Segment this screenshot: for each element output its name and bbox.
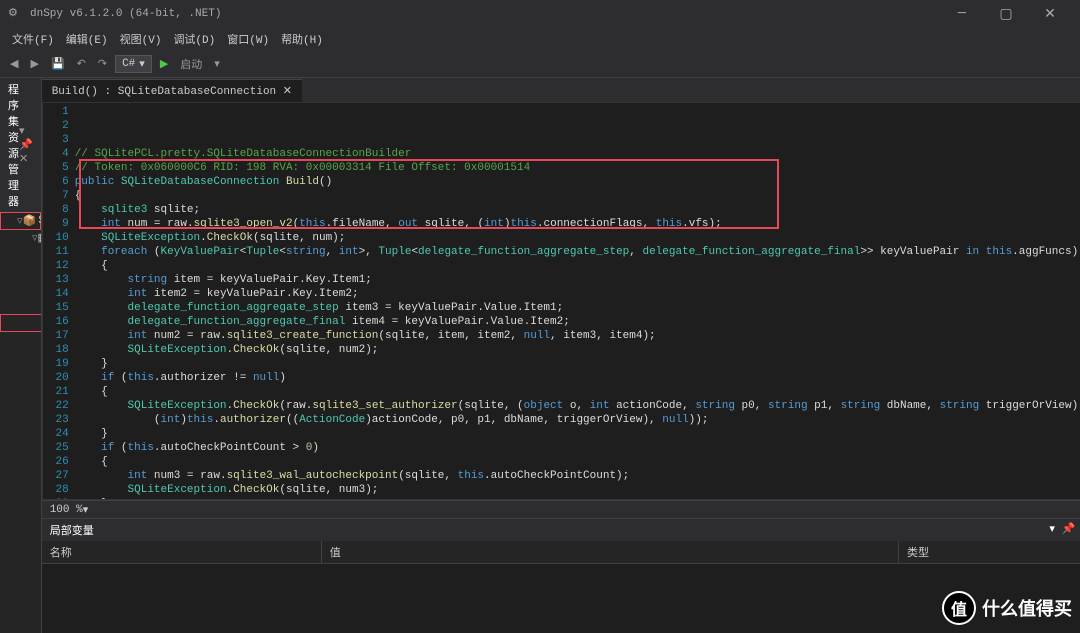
- panel-controls[interactable]: ▾ 📌 ✕: [1049, 522, 1080, 538]
- tree-item[interactable]: ▹◆DatabaseConnection @02000008: [0, 492, 41, 508]
- tree-item[interactable]: ▹📄PE: [0, 246, 41, 262]
- tree-item[interactable]: ▹▦类型引用: [0, 262, 41, 280]
- tree-item[interactable]: ▹◆BindParameter @02000002: [0, 364, 41, 380]
- zoom-bar[interactable]: 100 % ▾: [42, 500, 1080, 518]
- code-editor[interactable]: 1234567891011121314151617181920212223242…: [42, 102, 1080, 500]
- document-tabs: Build() : SQLiteDatabaseConnection ✕: [42, 78, 1080, 102]
- tree-item[interactable]: ▹◆ErrorCode @0200000D: [0, 588, 41, 604]
- menu-item[interactable]: 视图(V): [114, 31, 168, 47]
- tree-item[interactable]: ▹◆IBindParameter @0200001D: [0, 604, 41, 620]
- nav-back-icon[interactable]: ◀: [6, 55, 22, 73]
- column-header[interactable]: 名称: [42, 541, 322, 563]
- menu-item[interactable]: 窗口(W): [221, 31, 275, 47]
- save-icon[interactable]: 💾: [47, 55, 69, 73]
- tree-item[interactable]: ▹◆ActionCode @0200000C: [0, 332, 41, 348]
- tree-item[interactable]: ▹◆ColumnsListImpl @02000017: [0, 428, 41, 444]
- tree-item[interactable]: ▹◆DatabaseUpdateEventArgs @02000007: [0, 556, 41, 572]
- menubar: 文件(F)编辑(E)视图(V)调试(D)窗口(W)帮助(H): [0, 28, 1080, 50]
- play-icon[interactable]: ▶: [156, 55, 172, 73]
- window-title: dnSpy v6.1.2.0 (64-bit, .NET): [30, 8, 221, 20]
- tree-item[interactable]: ▹◆DatabaseConnectionStatusCode @02000010: [0, 508, 41, 524]
- tree-item[interactable]: ▹◆DelegatingEnumerable @02000019: [0, 572, 41, 588]
- highlight-box: [79, 159, 779, 229]
- menu-item[interactable]: 编辑(E): [60, 31, 114, 47]
- menu-item[interactable]: 文件(F): [6, 31, 60, 47]
- redo-icon[interactable]: ↷: [94, 55, 111, 73]
- locals-title: 局部变量: [50, 522, 94, 538]
- titlebar: ⚙ dnSpy v6.1.2.0 (64-bit, .NET) ─ ▢ ✕: [0, 0, 1080, 28]
- tree-item[interactable]: ▹{}-: [0, 298, 41, 314]
- line-gutter: 1234567891011121314151617181920212223242…: [43, 103, 75, 499]
- chevron-down-icon[interactable]: ▾: [210, 55, 224, 73]
- code-body[interactable]: // SQLitePCL.pretty.SQLiteDatabaseConnec…: [75, 103, 1080, 499]
- app-icon: ⚙: [8, 6, 24, 22]
- column-header[interactable]: 类型: [899, 541, 1080, 563]
- tree-item[interactable]: ▿▦SQLitePCL.pretty.dll: [0, 230, 41, 246]
- tree-item[interactable]: ▹◆DatabaseTraceEventArgs @02000006: [0, 540, 41, 556]
- close-icon[interactable]: ✕: [283, 86, 292, 98]
- tree-item[interactable]: ▹◆Contract @02000004: [0, 460, 41, 476]
- tree-item[interactable]: ▹▦引用: [0, 280, 41, 298]
- tab-build[interactable]: Build() : SQLiteDatabaseConnection ✕: [42, 79, 302, 102]
- locals-panel: 局部变量 ▾ 📌 ✕ 名称值类型: [42, 518, 1080, 633]
- assembly-explorer-panel: 程序集资源管理器 ▾ 📌 ✕ ▿📦SQLitePCL.pretty (1.2.2…: [0, 78, 42, 633]
- locals-columns: 名称值类型: [42, 541, 1080, 564]
- chevron-down-icon[interactable]: ▾: [83, 503, 89, 517]
- tree[interactable]: ▿📦SQLitePCL.pretty (1.2.2.0)▿▦SQLitePCL.…: [0, 212, 41, 633]
- tree-item[interactable]: ▹◆IDatabaseBackup @02000020: [0, 620, 41, 633]
- language-select[interactable]: C# ▾: [115, 55, 152, 73]
- nav-fwd-icon[interactable]: ▶: [26, 55, 42, 73]
- locals-body[interactable]: [42, 564, 1080, 633]
- maximize-button[interactable]: ▢: [984, 6, 1028, 23]
- tree-item[interactable]: ▹◆AuthorizerReturnCode @02000012: [0, 348, 41, 364]
- tree-item[interactable]: ▿📦SQLitePCL.pretty (1.2.2.0): [0, 212, 41, 230]
- explorer-header: 程序集资源管理器 ▾ 📌 ✕: [0, 78, 41, 212]
- tree-item[interactable]: ▹◆DatabaseProfileEventArgs @02000005: [0, 524, 41, 540]
- menu-item[interactable]: 帮助(H): [275, 31, 329, 47]
- toolbar: ◀ ▶ 💾 ↶ ↷ C# ▾ ▶ 启动 ▾: [0, 50, 1080, 78]
- tree-item[interactable]: ▹◆BindParameterImpl @02000016: [0, 380, 41, 396]
- column-header[interactable]: 值: [322, 541, 899, 563]
- chevron-down-icon: ▾: [139, 57, 145, 71]
- tree-item[interactable]: ▹◆ColumnInfo @02000003: [0, 412, 41, 428]
- tree-item[interactable]: ▹◆DatabaseBackupImpl @02000013: [0, 476, 41, 492]
- tree-item[interactable]: ▿{}SQLitePCL.pretty: [0, 314, 41, 332]
- undo-icon[interactable]: ↶: [73, 55, 90, 73]
- minimize-button[interactable]: ─: [940, 6, 984, 22]
- pin-icon[interactable]: ▾ 📌 ✕: [19, 126, 33, 166]
- close-button[interactable]: ✕: [1028, 6, 1072, 23]
- start-button[interactable]: 启动: [176, 54, 206, 74]
- tree-item[interactable]: ▹◆ConnectionFlags @0200000B: [0, 444, 41, 460]
- tree-item[interactable]: ▹◆BindParameterOrderedDictionary @020000…: [0, 396, 41, 412]
- menu-item[interactable]: 调试(D): [167, 31, 221, 47]
